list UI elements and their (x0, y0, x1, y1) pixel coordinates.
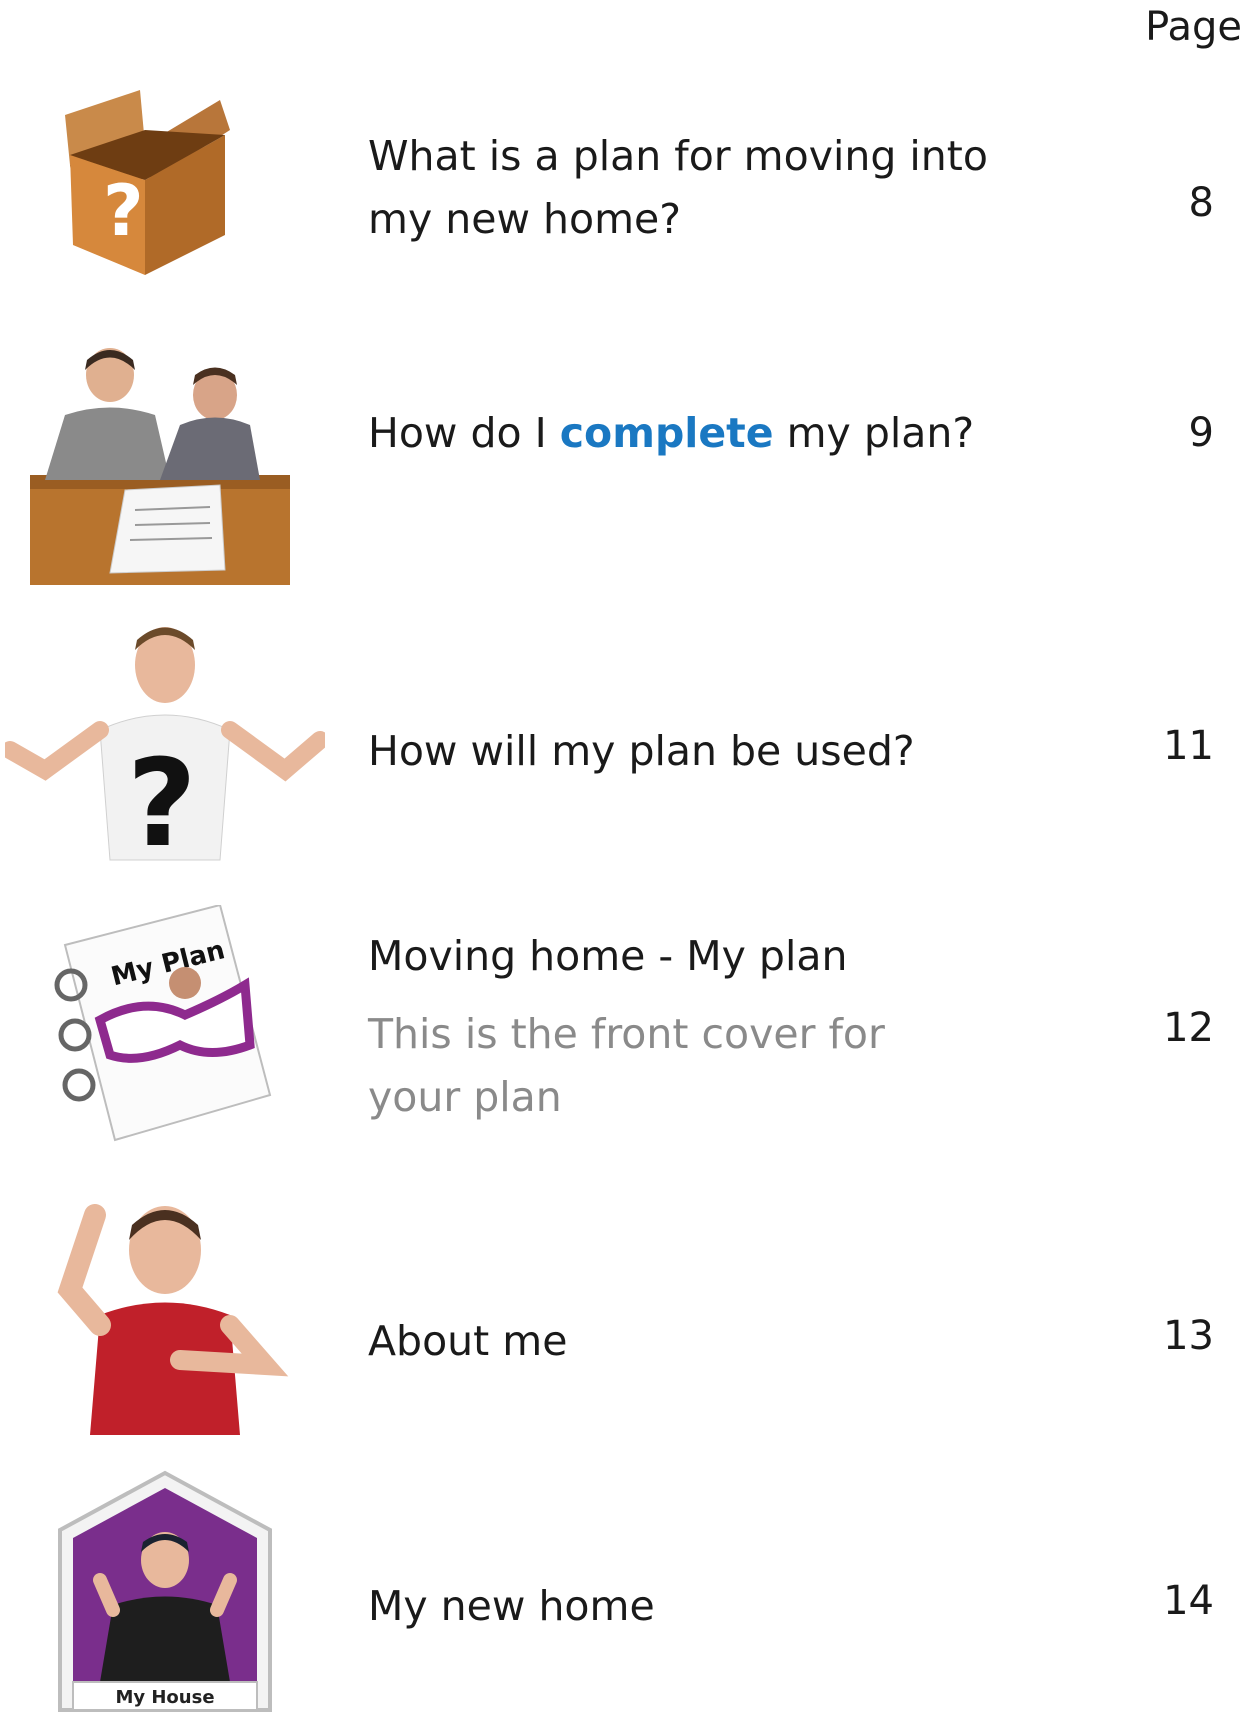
toc-entry-3[interactable]: ? How will my plan be used? 11 (0, 615, 1254, 865)
toc-page-3: 11 (1163, 723, 1214, 769)
toc-page-4: 12 (1163, 1005, 1214, 1051)
toc-entry-6[interactable]: My House My new home 14 (0, 1470, 1254, 1720)
signing-form-icon (30, 348, 290, 585)
toc-title-3: How will my plan be used? (368, 727, 915, 775)
toc-entry-5[interactable]: About me 13 (0, 1195, 1254, 1445)
toc-entry-1[interactable]: ? What is a plan for moving into my new … (0, 80, 1254, 300)
toc-entry-4[interactable]: My Plan Moving home - My plan This is th… (0, 900, 1254, 1160)
my-plan-notebook-icon: My Plan (54, 905, 272, 1142)
toc-title-4: Moving home - My plan (368, 932, 848, 980)
my-house-icon: My House (58, 1470, 272, 1712)
toc-title-1: What is a plan for moving into my new ho… (368, 132, 988, 243)
toc-page-5: 13 (1163, 1313, 1214, 1359)
question-box-icon: ? (65, 90, 230, 275)
svg-text:My House: My House (115, 1687, 214, 1708)
toc-page-6: 14 (1163, 1578, 1214, 1624)
toc-entry-2[interactable]: How do I complete my plan? 9 (0, 340, 1254, 590)
toc-title-2: How do I complete my plan? (368, 409, 975, 457)
person-pointing-self-icon (57, 1204, 289, 1435)
toc-title-5: About me (368, 1317, 568, 1365)
toc-subtitle-4: This is the front cover for your plan (368, 1010, 885, 1121)
toc-title-6: My new home (368, 1582, 655, 1630)
keyword-complete: complete (559, 409, 774, 457)
confused-person-icon: ? (5, 627, 325, 865)
page-column-label: Page (1145, 4, 1242, 50)
svg-text:?: ? (127, 735, 197, 865)
toc-page-2: 9 (1188, 410, 1214, 456)
svg-text:?: ? (103, 170, 144, 252)
toc-page-1: 8 (1188, 180, 1214, 226)
